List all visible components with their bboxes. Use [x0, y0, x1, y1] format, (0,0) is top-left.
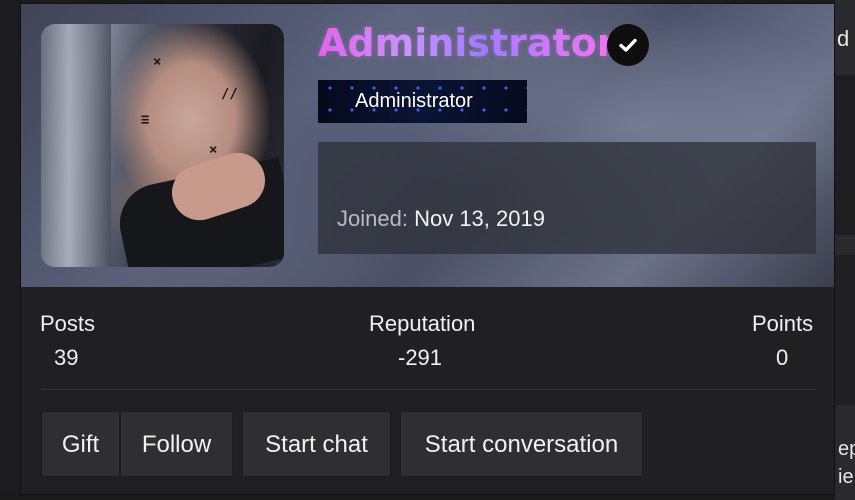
points-value[interactable]: 0 — [776, 345, 788, 371]
points-label: Points — [752, 311, 814, 336]
profile-banner: × ∕∕ ≡ × Administrator Administrator Joi… — [21, 4, 834, 287]
background-text: d — [837, 26, 850, 51]
avatar[interactable]: × ∕∕ ≡ × — [41, 24, 284, 267]
username[interactable]: Administrator — [318, 21, 616, 65]
member-tooltip-card: × ∕∕ ≡ × Administrator Administrator Joi… — [20, 3, 835, 495]
verified-check-icon — [607, 24, 649, 66]
role-badge: Administrator — [318, 80, 527, 123]
joined-value: Nov 13, 2019 — [414, 206, 545, 231]
background-text: ie — [838, 466, 854, 488]
reputation-label: Reputation — [369, 311, 476, 336]
posts-value[interactable]: 39 — [54, 345, 78, 371]
joined-label: Joined: — [337, 206, 408, 231]
joined-date: Joined: Nov 13, 2019 — [337, 206, 545, 232]
member-info-box: Joined: Nov 13, 2019 — [318, 142, 816, 254]
follow-button[interactable]: Follow — [120, 411, 233, 477]
reputation-value[interactable]: -291 — [398, 345, 442, 371]
background-panel — [835, 75, 855, 235]
divider — [41, 389, 816, 390]
posts-label: Posts — [40, 311, 96, 336]
start-chat-button[interactable]: Start chat — [242, 411, 391, 477]
background-text: ep — [838, 438, 855, 460]
gift-button[interactable]: Gift — [41, 411, 120, 477]
background-panel — [835, 255, 855, 405]
start-conversation-button[interactable]: Start conversation — [400, 411, 643, 477]
